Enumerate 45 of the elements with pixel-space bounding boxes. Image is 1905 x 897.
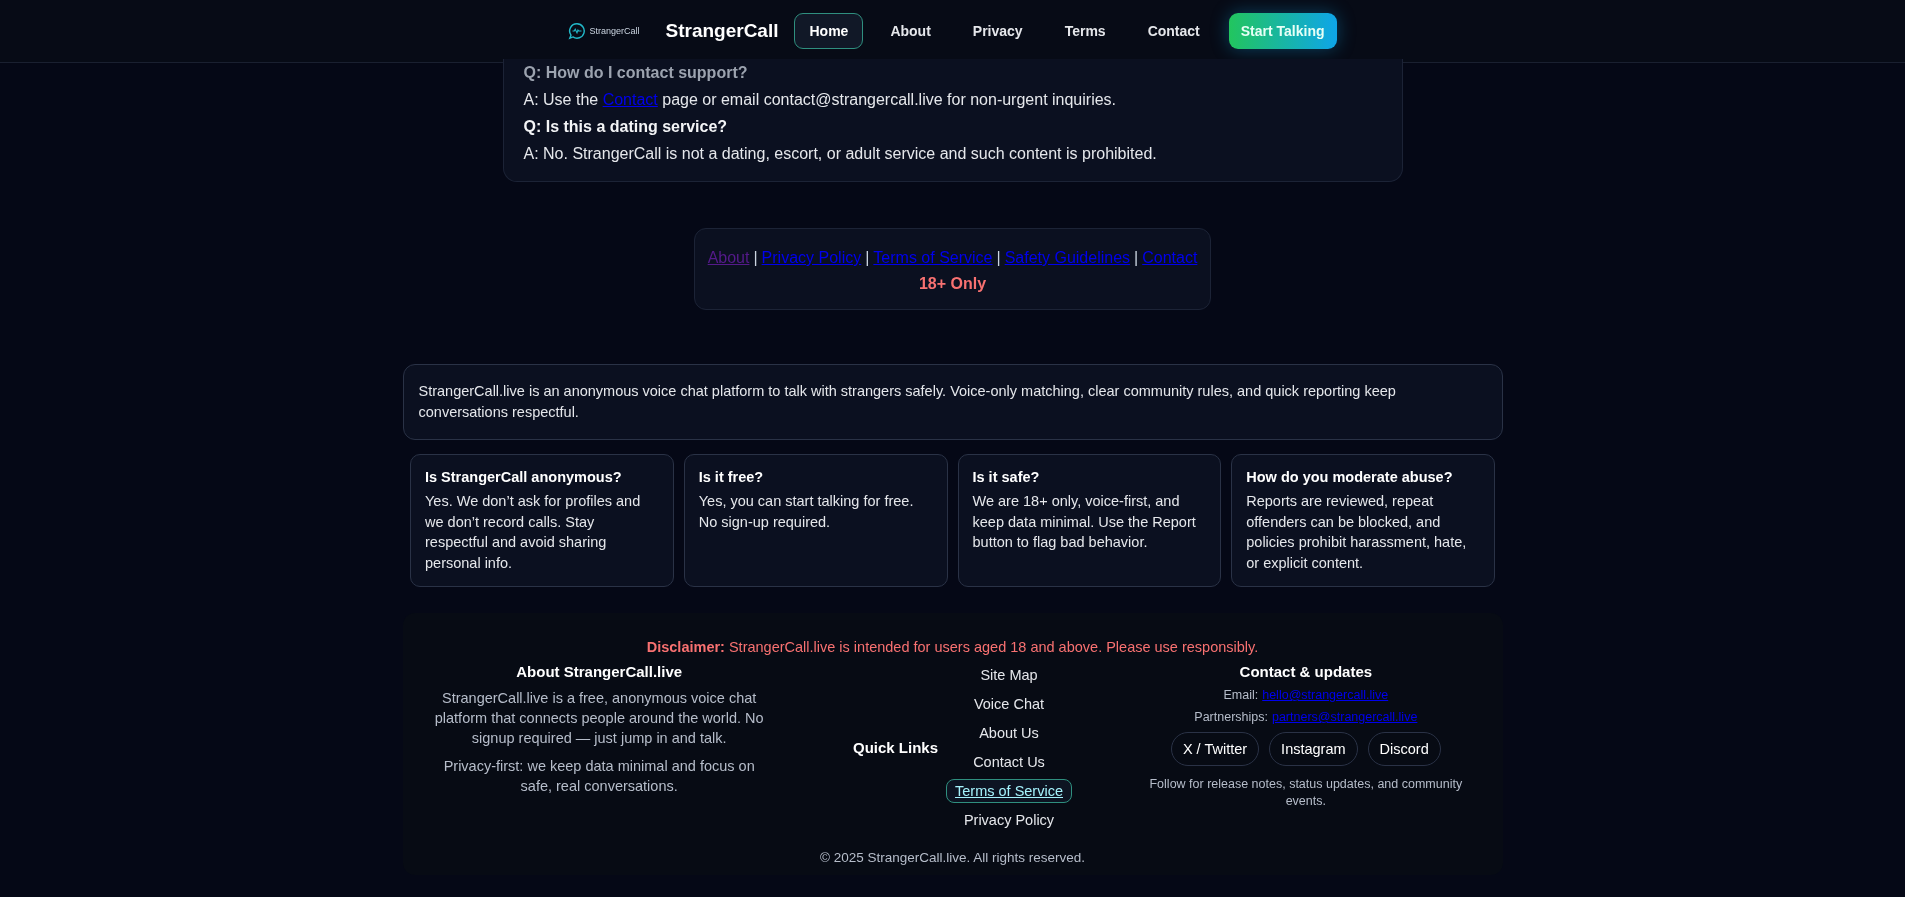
contact-label: Email:	[1223, 688, 1259, 702]
chat-bubble-icon	[568, 22, 587, 40]
nav-link[interactable]: Home	[794, 13, 864, 49]
column-title: About StrangerCall.live	[515, 663, 684, 680]
quick-link[interactable]: About Us	[970, 721, 1048, 745]
card-text: Yes, you can start talking for free. No sign-up required.	[698, 492, 915, 532]
quick-link[interactable]: Terms of Service	[946, 779, 1072, 803]
faq-question: Q: How do I contact support?	[523, 63, 749, 83]
disclaimer-text: Disclaimer: StrangerCall.live is intended for users aged 18 and above. Please use responsibly.	[645, 639, 1260, 655]
quick-link[interactable]: Contact Us	[964, 750, 1054, 774]
intro-text: StrangerCall.live is an anonymous voice chat platform to talk with strangers safely. Voice-only matching, clear community rules, and quick reporting keep conversations respectful.	[402, 364, 1503, 440]
column-title: Quick Links	[853, 739, 938, 756]
card-title: Is StrangerCall anonymous?	[425, 469, 623, 485]
age-notice: 18+ Only	[917, 275, 988, 293]
follow-note: Follow for release notes, status updates, and community events.	[1148, 776, 1464, 810]
about-paragraph: StrangerCall.live is a free, anonymous voice chat platform that connects people around the world. No signup required — just jump in and talk.	[433, 689, 765, 748]
social-button[interactable]: X / Twitter	[1170, 732, 1260, 766]
brand-name[interactable]: StrangerCall	[665, 20, 779, 42]
copyright-text: © 2025 StrangerCall.live. All rights reserved.	[818, 850, 1087, 865]
nav-link[interactable]: Contact	[1132, 13, 1215, 49]
faq-answer: A: No. StrangerCall is not a dating, escort, or adult service and such content is prohibited.	[523, 144, 1158, 164]
social-button[interactable]: Instagram	[1269, 732, 1358, 766]
nav-link[interactable]: About	[875, 13, 946, 49]
separator: |	[865, 249, 870, 267]
faq-answer: A: Use the Contact page or email contact@strangercall.live for non-urgent inquiries.	[523, 90, 1118, 110]
nav-link[interactable]: Privacy	[957, 13, 1038, 49]
card-text: We are 18+ only, voice-first, and keep data minimal. Use the Report button to flag bad behavior.	[972, 492, 1197, 552]
faq-question: Q: Is this a dating service?	[523, 117, 729, 137]
card-title: How do you moderate abuse?	[1246, 469, 1454, 485]
card-text: Yes. We don’t ask for profiles and we don’t record calls. Stay respectful and avoid sharing personal info.	[425, 492, 642, 573]
card-title: Is it safe?	[972, 469, 1041, 485]
quick-link[interactable]: Site Map	[971, 663, 1047, 687]
about-paragraph: Privacy-first: we keep data minimal and focus on safe, real conversations.	[442, 757, 756, 796]
card-text: Reports are reviewed, repeat offenders can be blocked, and policies prohibit harassment, hate, or explicit content.	[1246, 492, 1468, 573]
quick-link[interactable]: Privacy Policy	[954, 808, 1064, 832]
social-button[interactable]: Discord	[1367, 732, 1441, 766]
separator: |	[753, 249, 758, 267]
contact-label: Partnerships:	[1194, 710, 1268, 724]
logo-text[interactable]: StrangerCall	[589, 26, 640, 36]
separator: |	[1134, 249, 1139, 267]
quick-link[interactable]: Voice Chat	[964, 692, 1054, 716]
nav-link[interactable]: Terms	[1049, 13, 1121, 49]
column-title: Contact & updates	[1238, 663, 1374, 680]
separator: |	[996, 249, 1001, 267]
card-title: Is it free?	[698, 469, 765, 485]
